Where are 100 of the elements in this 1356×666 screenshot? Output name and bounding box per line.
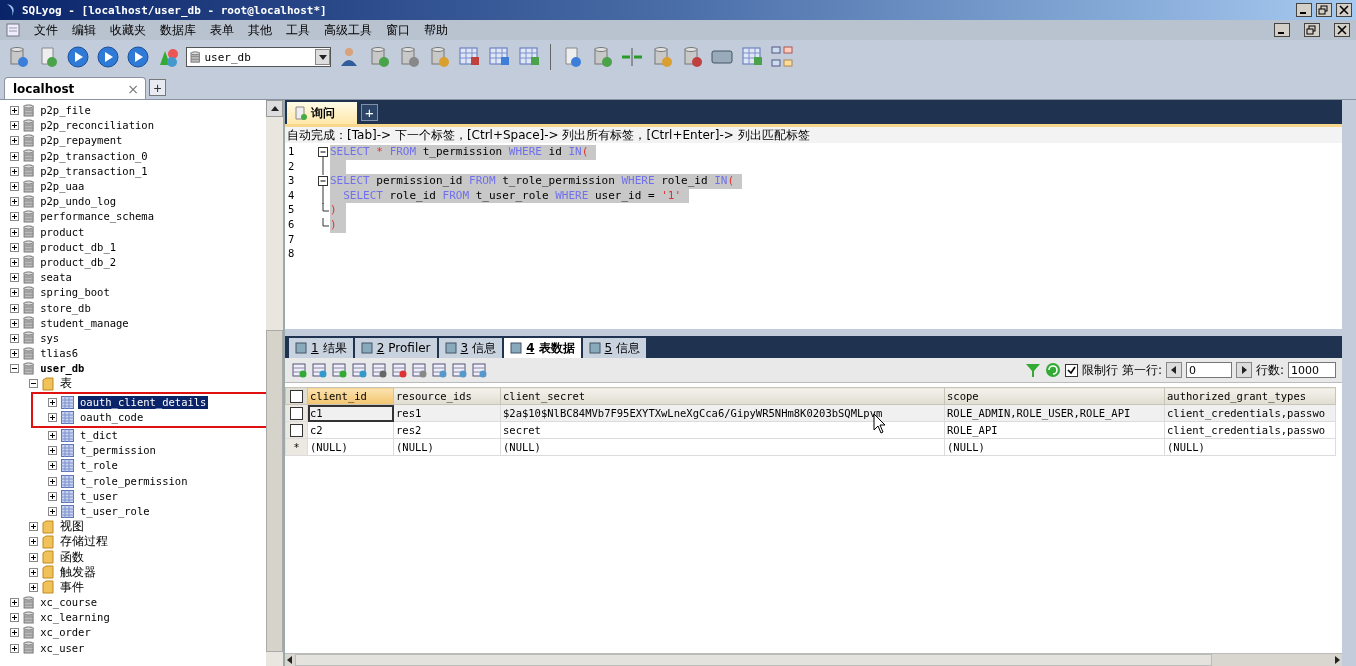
tree-item[interactable]: p2p_undo_log <box>38 195 119 209</box>
expand-icon[interactable] <box>48 491 57 501</box>
result-tab[interactable]: 3 信息 <box>438 338 503 358</box>
tree-item[interactable]: p2p_repayment <box>38 134 125 148</box>
expand-icon[interactable] <box>10 212 19 222</box>
tree-item[interactable]: t_permission <box>78 444 158 458</box>
tree-item[interactable]: performance_schema <box>38 210 156 224</box>
next-button[interactable] <box>1235 362 1252 378</box>
menu-item[interactable]: 文件 <box>34 21 58 39</box>
tree-item[interactable]: 函数 <box>58 550 86 564</box>
tree-item[interactable]: xc_order <box>38 626 93 640</box>
tree-item[interactable]: t_role_permission <box>78 474 190 488</box>
expand-icon[interactable] <box>48 446 57 456</box>
first-row-field[interactable]: 0 <box>1185 362 1232 378</box>
tree-item[interactable]: xc_learning <box>38 611 112 625</box>
tree-item[interactable]: spring_boot <box>38 286 112 300</box>
tree-item[interactable]: p2p_uaa <box>38 180 87 194</box>
menu-item[interactable]: 数据库 <box>160 21 196 39</box>
expand-icon[interactable] <box>48 476 57 486</box>
tree-item[interactable]: xc_user <box>38 641 87 655</box>
new-query-button[interactable]: + <box>361 104 378 121</box>
tree-item[interactable]: product <box>38 225 87 239</box>
expand-icon[interactable] <box>10 136 19 146</box>
query-tab[interactable]: 询问 <box>287 102 357 124</box>
expand-icon[interactable] <box>10 182 19 192</box>
result-tab[interactable]: 4 表数据 <box>504 338 581 358</box>
tree-item[interactable]: p2p_transaction_0 <box>38 149 150 163</box>
minimize-button[interactable] <box>1296 3 1312 17</box>
expand-icon[interactable] <box>48 506 57 516</box>
connection-tab[interactable]: localhost × <box>4 77 146 99</box>
result-tab[interactable]: 2 Profiler <box>354 338 437 358</box>
tree-item[interactable]: product_db_2 <box>38 255 119 269</box>
tree-item[interactable]: 表 <box>58 377 74 391</box>
expand-icon[interactable] <box>29 567 38 577</box>
expand-icon[interactable] <box>10 598 19 608</box>
select-all-checkbox[interactable] <box>290 389 303 403</box>
result-tab[interactable]: 1 结果 <box>289 338 353 358</box>
expand-icon[interactable] <box>10 613 19 623</box>
expand-icon[interactable] <box>10 273 19 283</box>
menu-item[interactable]: 其他 <box>248 21 272 39</box>
close-button[interactable]: × <box>127 80 139 97</box>
expand-icon[interactable] <box>10 166 19 176</box>
tree-item[interactable]: t_dict <box>78 429 120 443</box>
menu-item[interactable]: 高级工具 <box>324 21 372 39</box>
play-icon[interactable] <box>66 45 90 69</box>
expand-icon[interactable] <box>48 431 57 441</box>
dropdown-button[interactable] <box>315 49 330 65</box>
restore-button[interactable] <box>1304 23 1320 37</box>
collapse-icon[interactable] <box>29 379 38 389</box>
tree-item[interactable]: 事件 <box>58 580 86 594</box>
column-header[interactable]: scope <box>944 387 1165 405</box>
menu-item[interactable]: 收藏夹 <box>110 21 146 39</box>
expand-icon[interactable] <box>10 318 19 328</box>
expand-icon[interactable] <box>10 288 19 298</box>
tree-item[interactable]: oauth_client_details <box>78 395 209 409</box>
column-header[interactable]: resource_ids <box>393 387 501 405</box>
menu-item[interactable]: 窗口 <box>386 21 410 39</box>
expand-icon[interactable] <box>10 197 19 207</box>
menu-item[interactable]: 工具 <box>286 21 310 39</box>
tree-item[interactable]: 触发器 <box>58 565 98 579</box>
close-button[interactable] <box>1334 23 1350 37</box>
expand-icon[interactable] <box>10 643 19 653</box>
collapse-icon[interactable] <box>10 364 19 374</box>
row-count-field[interactable]: 1000 <box>1288 362 1336 378</box>
schema-icon[interactable] <box>770 45 794 69</box>
expand-icon[interactable] <box>48 412 57 422</box>
expand-icon[interactable] <box>29 552 38 562</box>
scroll-up-button[interactable] <box>266 100 283 117</box>
scrollbar[interactable] <box>266 100 283 666</box>
expand-icon[interactable] <box>10 227 19 237</box>
expand-icon[interactable] <box>10 242 19 252</box>
new-tab-button[interactable]: + <box>149 79 166 96</box>
tree-item[interactable]: t_user_role <box>78 504 152 518</box>
fold-icon[interactable] <box>316 145 330 160</box>
tree-item[interactable]: sys <box>38 331 62 345</box>
menu-item[interactable]: 编辑 <box>72 21 96 39</box>
scroll-thumb[interactable] <box>295 654 1212 666</box>
tree-item[interactable]: p2p_reconciliation <box>38 119 156 133</box>
database-select[interactable]: user_db <box>186 47 331 67</box>
scroll-thumb[interactable] <box>266 330 283 652</box>
tree-item[interactable]: store_db <box>38 301 93 315</box>
expand-icon[interactable] <box>10 106 19 116</box>
tree-item[interactable]: 视图 <box>58 520 86 534</box>
tree-item[interactable]: p2p_file <box>38 104 93 118</box>
expand-icon[interactable] <box>10 257 19 267</box>
column-header[interactable]: client_secret <box>500 387 945 405</box>
close-button[interactable] <box>1336 3 1352 17</box>
tree-item[interactable]: tlias6 <box>38 347 81 361</box>
tree-item[interactable]: student_manage <box>38 316 131 330</box>
tree-item[interactable]: 存储过程 <box>58 535 110 549</box>
tree-item[interactable]: seata <box>38 271 74 285</box>
expand-icon[interactable] <box>10 121 19 131</box>
expand-icon[interactable] <box>10 333 19 343</box>
column-header[interactable]: client_id <box>307 387 394 405</box>
restore-button[interactable] <box>1316 3 1332 17</box>
result-tab[interactable]: 5 信息 <box>582 338 647 358</box>
expand-icon[interactable] <box>10 349 19 359</box>
fold-icon[interactable] <box>316 174 330 190</box>
scrollbar[interactable] <box>285 653 1342 666</box>
row-checkbox[interactable] <box>290 406 303 420</box>
